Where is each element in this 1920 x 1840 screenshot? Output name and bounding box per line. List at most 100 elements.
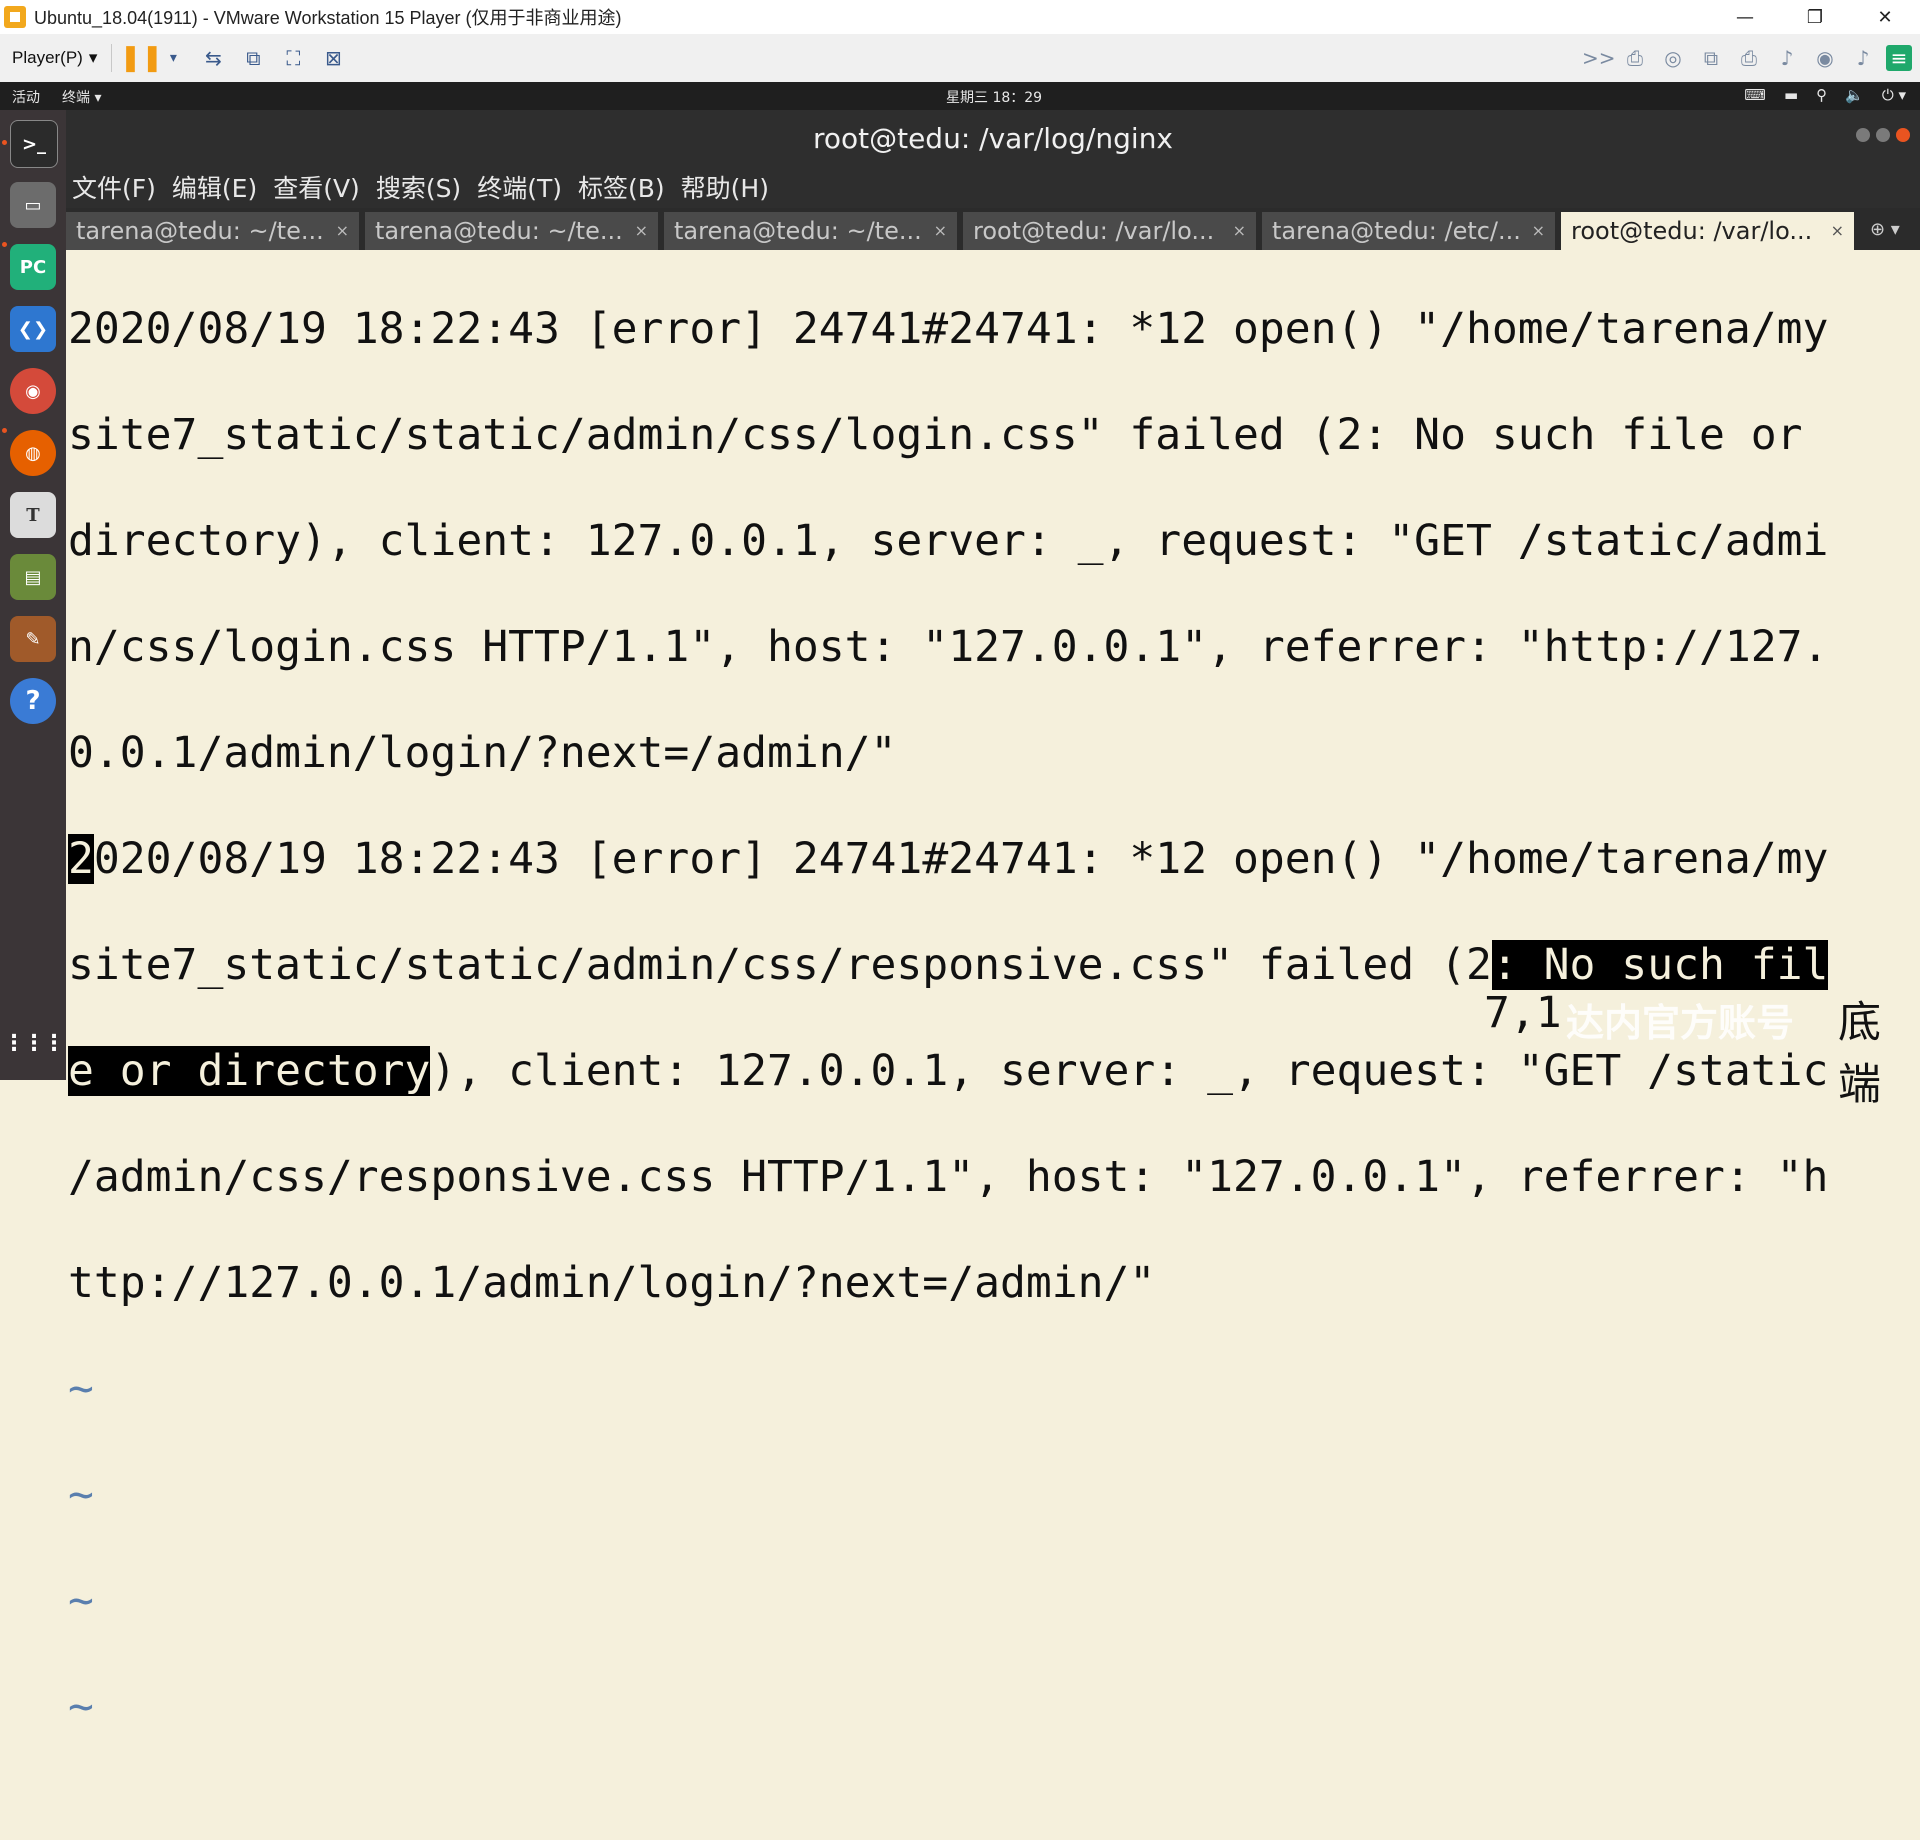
player-menu[interactable]: Player(P) ▾ <box>12 48 97 68</box>
fullscreen-icon[interactable]: ⛶ <box>278 44 308 72</box>
tab-close-icon[interactable]: × <box>336 221 349 240</box>
terminal-window-controls <box>1856 128 1910 142</box>
terminal-content[interactable]: 2020/08/19 18:22:43 [error] 24741#24741:… <box>66 250 1920 1732</box>
text-editor-icon[interactable]: T <box>10 492 56 538</box>
window-titlebar: Ubuntu_18.04(1911) - VMware Workstation … <box>0 0 1920 34</box>
empty-line-marker: ~ <box>68 1576 94 1626</box>
vscode-icon[interactable]: ❮❯ <box>10 306 56 352</box>
restore-button[interactable]: ❐ <box>1780 0 1850 34</box>
cursor-position: 7,1 <box>1484 988 1562 1038</box>
window-title: Ubuntu_18.04(1911) - VMware Workstation … <box>34 8 622 28</box>
activities-button[interactable]: 活动 <box>12 87 40 107</box>
new-tab-icon[interactable]: ⊕ ▾ <box>1870 219 1900 240</box>
gnome-top-bar: 活动 终端 ▾ 星期三 18：29 ⌨ ▬ ⚲ 🔈 ⏻ ▾ <box>0 82 1920 110</box>
text-cursor: 2 <box>68 834 94 884</box>
book-app-icon[interactable]: ▤ <box>10 554 56 600</box>
clock[interactable]: 星期三 18：29 <box>946 87 1042 107</box>
running-indicator <box>2 428 7 433</box>
log-line: 2020/08/19 18:22:43 [error] 24741#24741:… <box>68 304 1829 354</box>
terminal-tab-active[interactable]: root@tedu: /var/lo... × <box>1561 212 1854 250</box>
terminal-tab[interactable]: root@tedu: /var/lo... × <box>963 212 1256 250</box>
more-devices-icon[interactable]: >> <box>1582 46 1616 70</box>
chevron-down-icon[interactable]: ▾ <box>158 44 188 72</box>
tab-label: tarena@tedu: /etc/... <box>1272 217 1521 245</box>
tab-close-icon[interactable]: × <box>635 221 648 240</box>
terminal-title: root@tedu: /var/log/nginx <box>812 121 1174 155</box>
toolbar-divider <box>111 44 113 72</box>
pycharm-icon[interactable]: PC <box>10 244 56 290</box>
log-line: site7_static/static/admin/css/login.css"… <box>68 410 1829 460</box>
log-text: ), client: 127.0.0.1, server: _, request… <box>430 1046 1829 1096</box>
empty-line-marker: ~ <box>68 1470 94 1520</box>
firefox-icon[interactable]: ◍ <box>10 430 56 476</box>
ubuntu-dock: >_ ▭ PC ❮❯ ◉ ◍ T ▤ ✎ ? ⋮⋮⋮ <box>0 110 66 1080</box>
menu-search[interactable]: 搜索(S) <box>376 169 461 205</box>
log-line: e or directory), client: 127.0.0.1, serv… <box>68 1045 1828 1098</box>
power-icon[interactable]: ⏻ ▾ <box>1882 86 1906 104</box>
printer-icon[interactable]: ⎙ <box>1734 46 1764 70</box>
close-icon[interactable] <box>1896 128 1910 142</box>
menu-edit[interactable]: 编辑(E) <box>172 169 257 205</box>
message-log-icon[interactable]: ≡ <box>1886 45 1912 71</box>
menu-file[interactable]: 文件(F) <box>72 169 156 205</box>
tools-icon[interactable]: ✎ <box>10 616 56 662</box>
sound-card-icon[interactable]: ♪ <box>1772 46 1802 70</box>
terminal-icon[interactable]: >_ <box>10 120 58 168</box>
input-method-icon[interactable]: ▬ <box>1784 86 1798 104</box>
log-line: ttp://127.0.0.1/admin/login/?next=/admin… <box>68 1258 1156 1308</box>
show-applications-icon[interactable]: ⋮⋮⋮ <box>3 1020 65 1066</box>
removable-devices-icon[interactable]: ⧉ <box>238 44 268 72</box>
log-text: site7_static/static/admin/css/responsive… <box>68 940 1492 990</box>
minimize-icon[interactable] <box>1856 128 1870 142</box>
maximize-icon[interactable] <box>1876 128 1890 142</box>
menu-tabs[interactable]: 标签(B) <box>578 169 665 205</box>
player-menu-label: Player(P) <box>12 48 83 67</box>
terminal-menubar: 文件(F) 编辑(E) 查看(V) 搜索(S) 终端(T) 标签(B) 帮助(H… <box>66 166 1920 208</box>
vmware-toolbar: Player(P) ▾ ❚❚ ▾ ⇆ ⧉ ⛶ ⊠ >> ⎙ ◎ ⧉ ⎙ ♪ ◉ … <box>0 34 1920 83</box>
terminal-tab[interactable]: tarena@tedu: /etc/... × <box>1262 212 1555 250</box>
vim-buffer[interactable]: 2020/08/19 18:22:43 [error] 24741#24741:… <box>68 250 1829 1840</box>
help-icon[interactable]: ? <box>10 678 56 724</box>
terminal-tab[interactable]: tarena@tedu: ~/te... × <box>365 212 658 250</box>
minimize-button[interactable]: — <box>1710 0 1780 34</box>
app-menu-terminal[interactable]: 终端 ▾ <box>62 87 101 107</box>
running-indicator <box>2 140 7 145</box>
close-button[interactable]: ✕ <box>1850 0 1920 34</box>
tab-label: tarena@tedu: ~/te... <box>674 217 922 245</box>
system-tray[interactable]: ⌨ ▬ ⚲ 🔈 ⏻ ▾ <box>1744 86 1906 104</box>
volume-icon[interactable]: 🔈 <box>1845 86 1864 104</box>
pause-icon[interactable]: ❚❚ <box>120 43 164 73</box>
usb-controller-icon[interactable]: ◉ <box>1810 46 1840 70</box>
log-line: site7_static/static/admin/css/responsive… <box>68 939 1829 992</box>
log-line: n/css/login.css HTTP/1.1", host: "127.0.… <box>68 622 1829 672</box>
log-line: 2020/08/19 18:22:43 [error] 24741#24741:… <box>68 833 1828 886</box>
chrome-icon[interactable]: ◉ <box>10 368 56 414</box>
file-manager-icon[interactable]: ▭ <box>10 182 56 228</box>
send-ctrl-alt-del-icon[interactable]: ⇆ <box>198 44 228 72</box>
log-line: 0.0.1/admin/login/?next=/admin/" <box>68 728 897 778</box>
audio-icon[interactable]: ♪ <box>1848 46 1878 70</box>
menu-terminal[interactable]: 终端(T) <box>477 169 562 205</box>
menu-help[interactable]: 帮助(H) <box>681 169 769 205</box>
text-selection: e or directory <box>68 1046 431 1096</box>
window-controls: — ❐ ✕ <box>1710 0 1920 34</box>
log-text: 020/08/19 18:22:43 [error] 24741#24741: … <box>93 834 1829 884</box>
tab-close-icon[interactable]: × <box>1831 221 1844 240</box>
tab-close-icon[interactable]: × <box>1233 221 1246 240</box>
network-adapter-icon[interactable]: ⧉ <box>1696 46 1726 70</box>
menu-view[interactable]: 查看(V) <box>273 169 360 205</box>
log-line: directory), client: 127.0.0.1, server: _… <box>68 516 1829 566</box>
tab-close-icon[interactable]: × <box>1532 221 1545 240</box>
keyboard-icon[interactable]: ⌨ <box>1744 86 1766 104</box>
terminal-tab[interactable]: tarena@tedu: ~/te... × <box>664 212 957 250</box>
hard-disk-icon[interactable]: ⎙ <box>1620 46 1650 70</box>
network-icon[interactable]: ⚲ <box>1816 86 1827 104</box>
terminal-tabbar: tarena@tedu: ~/te... × tarena@tedu: ~/te.… <box>66 208 1920 250</box>
tab-close-icon[interactable]: × <box>934 221 947 240</box>
unity-icon[interactable]: ⊠ <box>318 44 348 72</box>
tab-label: root@tedu: /var/lo... <box>1571 217 1813 245</box>
tab-label: root@tedu: /var/lo... <box>973 217 1215 245</box>
terminal-titlebar: root@tedu: /var/log/nginx <box>66 110 1920 166</box>
cd-dvd-icon[interactable]: ◎ <box>1658 46 1688 70</box>
terminal-tab[interactable]: tarena@tedu: ~/te... × <box>66 212 359 250</box>
